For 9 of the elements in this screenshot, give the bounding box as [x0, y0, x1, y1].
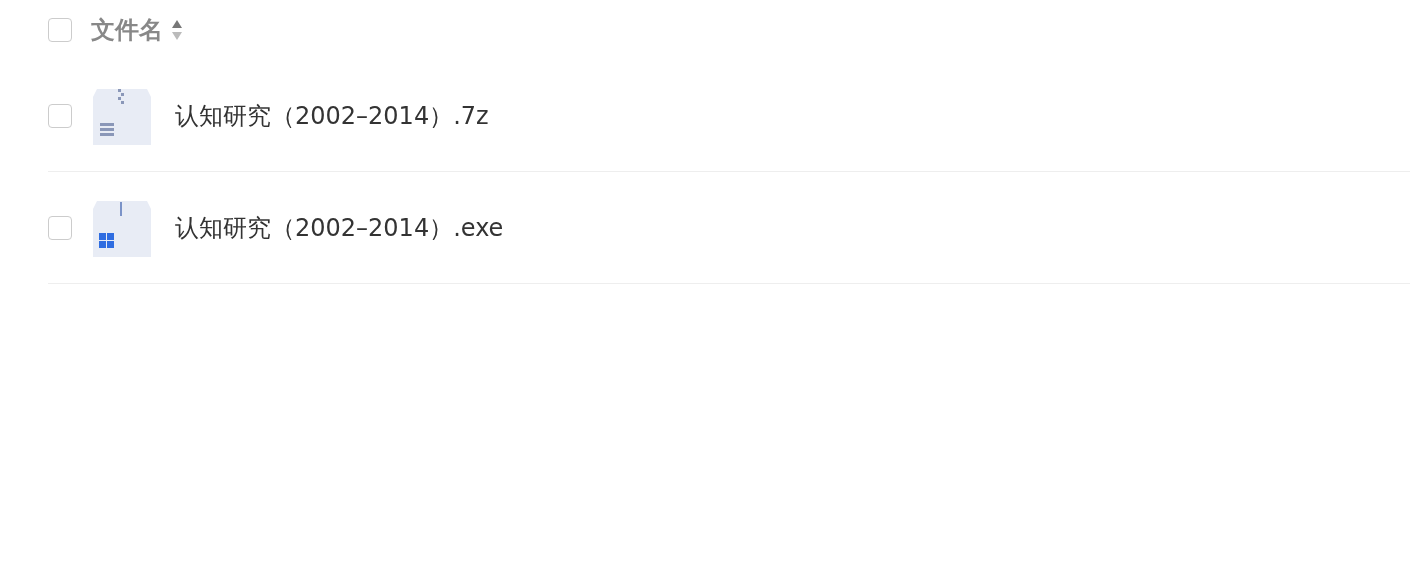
file-name[interactable]: 认知研究（2002–2014）.7z: [175, 99, 489, 132]
row-checkbox[interactable]: [48, 103, 72, 128]
select-all-checkbox[interactable]: [48, 18, 72, 42]
executable-file-icon: [93, 198, 151, 257]
row-checkbox[interactable]: [48, 215, 72, 240]
column-header[interactable]: 文件名: [91, 14, 163, 46]
file-name[interactable]: 认知研究（2002–2014）.exe: [175, 211, 504, 244]
archive-file-icon: [93, 86, 151, 145]
sort-icon[interactable]: [171, 19, 183, 41]
